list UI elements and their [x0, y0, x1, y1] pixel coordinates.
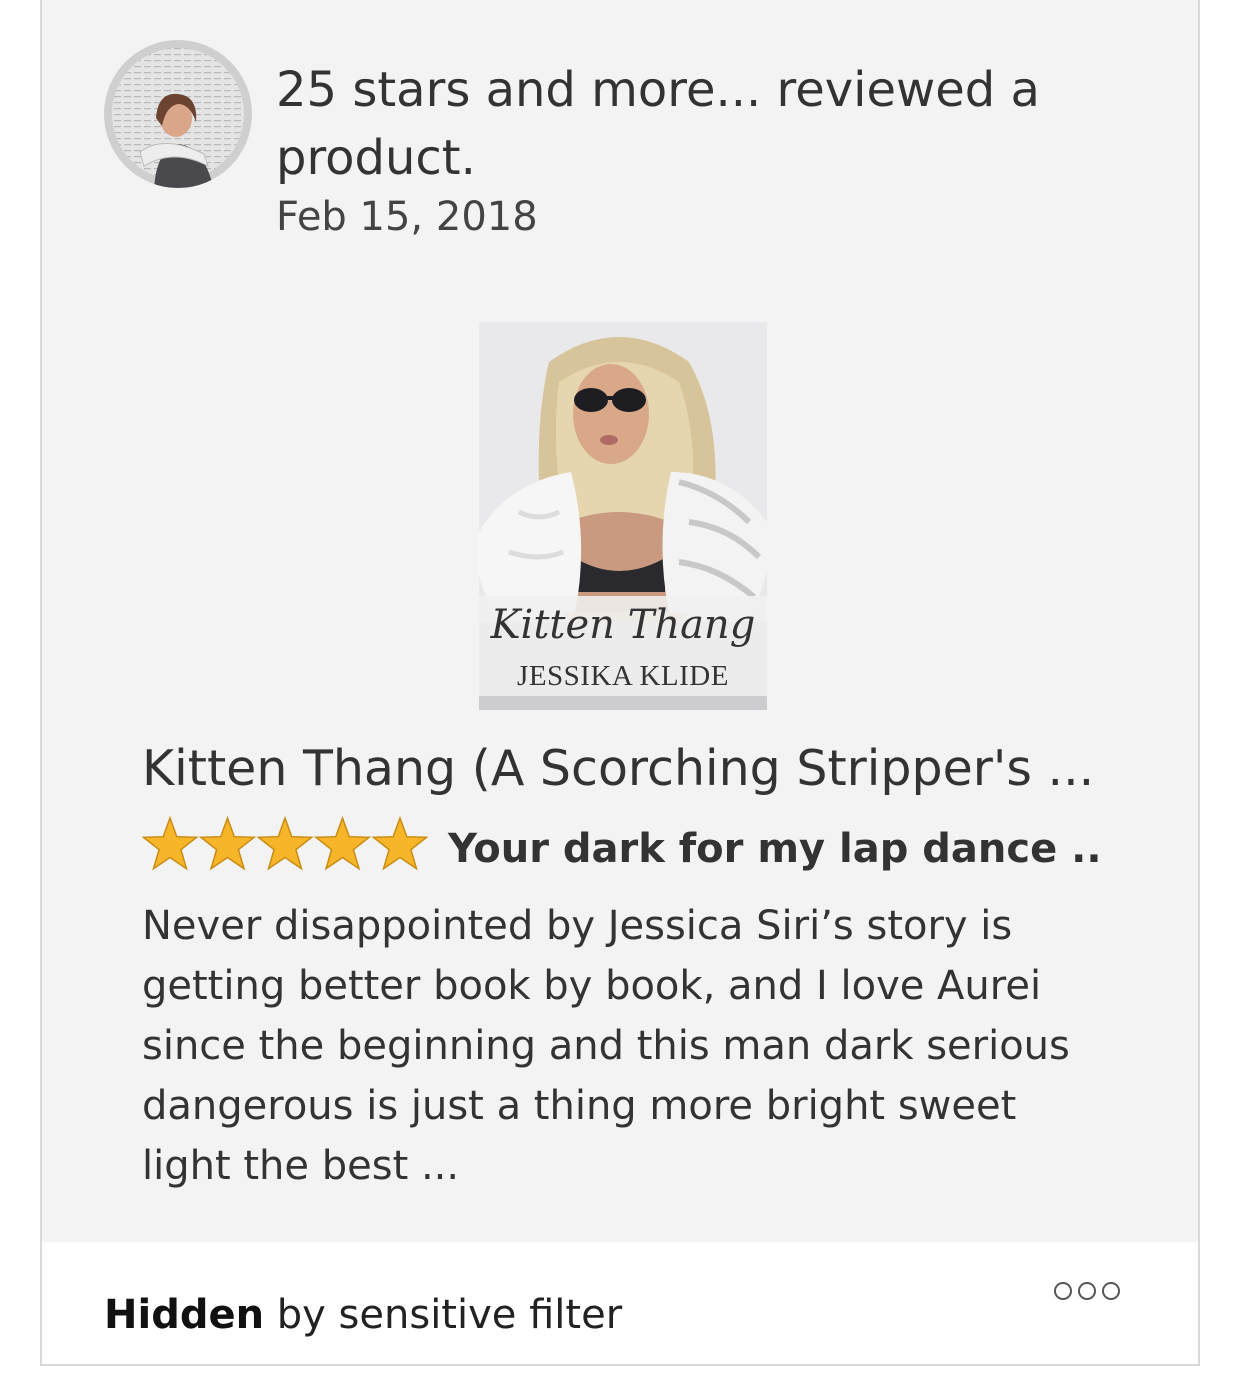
card-footer: Hidden by sensitive filter: [40, 1242, 1200, 1366]
hidden-status: Hidden by sensitive filter: [104, 1292, 622, 1338]
review-title: Your dark for my lap dance ..: [448, 826, 1102, 872]
star-icon: [198, 815, 257, 871]
more-dot: [1054, 1282, 1072, 1300]
star-rating: [141, 815, 429, 876]
product-cover-image[interactable]: Kitten Thang JESSIKA KLIDE: [479, 322, 767, 710]
more-dot: [1102, 1282, 1120, 1300]
cover-author: JESSIKA KLIDE: [517, 660, 729, 692]
more-options-icon[interactable]: [1054, 1282, 1120, 1300]
star-icon: [371, 815, 429, 871]
hidden-status-bold: Hidden: [104, 1292, 265, 1338]
star-icon: [313, 815, 372, 871]
review-card: 25 stars and more... reviewed a product.…: [40, 0, 1200, 1366]
review-body[interactable]: Never disappointed by Jessica Siri’s sto…: [142, 896, 1102, 1196]
hidden-status-rest: by sensitive filter: [264, 1292, 623, 1338]
more-dot: [1078, 1282, 1096, 1300]
product-title[interactable]: Kitten Thang (A Scorching Stripper's ...: [142, 740, 1102, 797]
activity-headline: 25 stars and more... reviewed a product.: [276, 56, 1136, 192]
cover-title: Kitten Thang: [490, 602, 756, 648]
reviewer-avatar[interactable]: [104, 40, 252, 188]
reviewer-name[interactable]: 25 stars and more...: [276, 62, 761, 118]
avatar-image: [104, 40, 252, 188]
star-rating-graphic: [141, 815, 429, 871]
star-icon: [256, 815, 314, 871]
review-date: Feb 15, 2018: [276, 194, 538, 240]
star-icon: [141, 815, 199, 871]
